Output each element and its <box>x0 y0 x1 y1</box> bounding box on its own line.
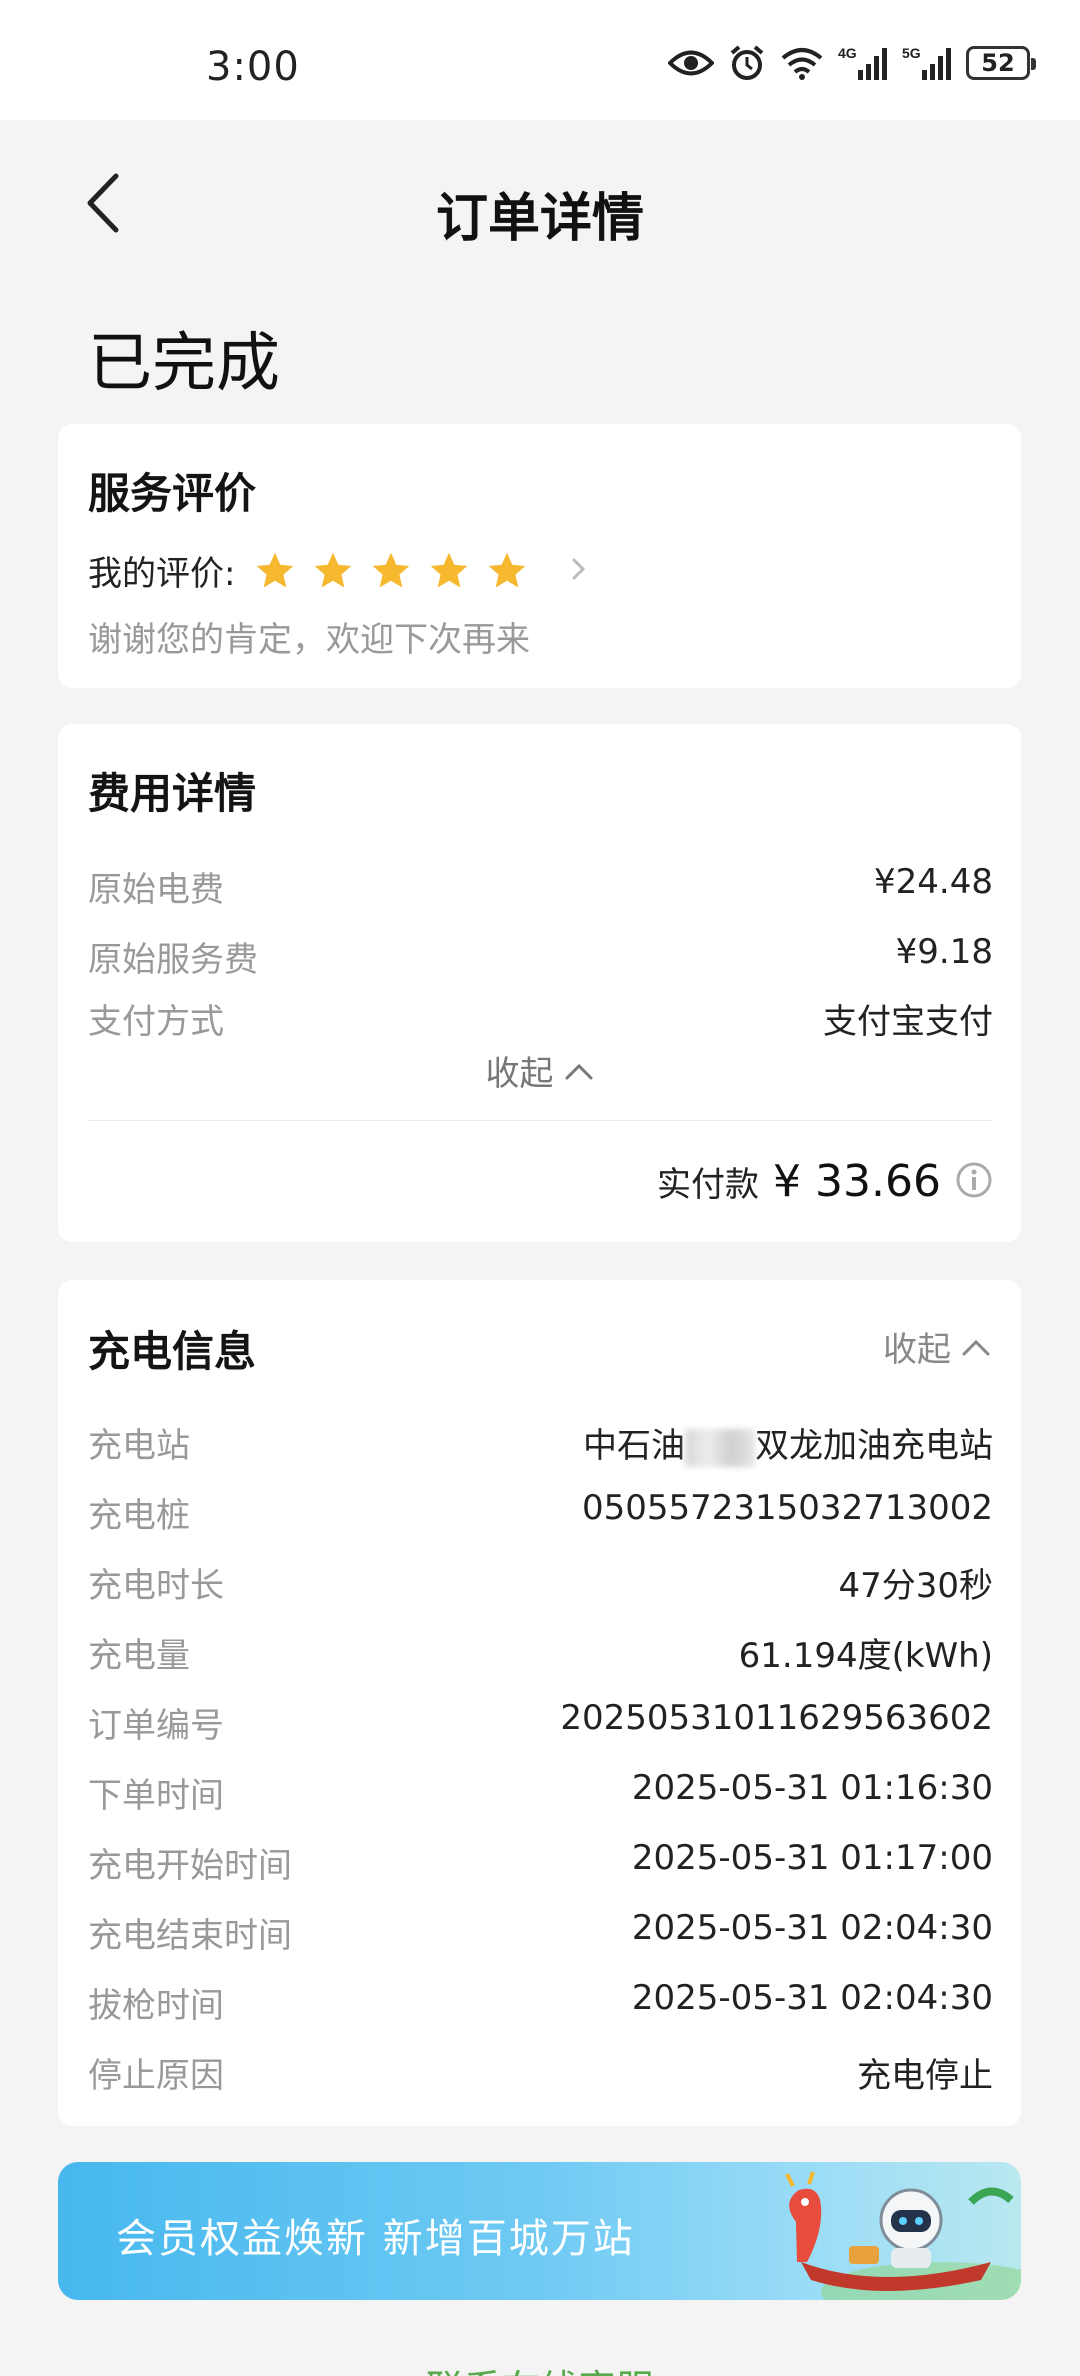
banner-text: 会员权益焕新 新增百城万站 <box>116 2216 635 2262</box>
star-icon <box>369 549 413 593</box>
fee-value: 支付宝支付 <box>823 1002 993 1042</box>
fee-row-service: 原始服务费 ¥9.18 <box>88 932 993 981</box>
charge-row: 充电结束时间 2025-05-31 02:04:30 <box>88 1908 993 1957</box>
wifi-icon <box>780 46 824 80</box>
nav-header: 订单详情 <box>0 120 1080 280</box>
promo-banner[interactable]: 会员权益焕新 新增百城万站 <box>58 2162 1021 2300</box>
rating-card-title: 服务评价 <box>88 469 257 518</box>
status-bar: 3:00 4G 5G 52 <box>0 0 1080 120</box>
fee-divider <box>88 1120 993 1121</box>
page-title: 订单详情 <box>435 189 644 249</box>
order-status: 已完成 <box>88 327 280 401</box>
charge-row: 拔枪时间 2025-05-31 02:04:30 <box>88 1978 993 2027</box>
charge-label: 拔枪时间 <box>88 1986 224 2026</box>
fee-card: 费用详情 原始电费 ¥24.48 原始服务费 ¥9.18 支付方式 支付宝支付 … <box>58 724 1021 1242</box>
charge-value: 61.194度(kWh) <box>738 1636 993 1676</box>
chevron-up-icon <box>565 1063 592 1079</box>
charge-value: 0505572315032713002 <box>581 1488 993 1528</box>
chevron-right-icon <box>569 555 589 587</box>
fee-row-payment-method: 支付方式 支付宝支付 <box>88 994 993 1043</box>
charge-card-title: 充电信息 <box>88 1327 257 1376</box>
charge-value: 充电停止 <box>857 2056 993 2096</box>
star-icon <box>485 549 529 593</box>
dragon-boat-robot-illustration <box>785 2171 1021 2300</box>
redacted-mask <box>685 1428 755 1467</box>
chevron-up-icon <box>962 1339 990 1355</box>
info-icon[interactable] <box>955 1161 993 1203</box>
charge-label: 充电结束时间 <box>88 1916 292 1956</box>
charge-collapse-button[interactable]: 收起 <box>883 1322 991 1371</box>
signal-5g-icon: 5G <box>902 44 952 82</box>
charge-label: 充电站 <box>88 1426 190 1466</box>
charge-row: 充电时长 47分30秒 <box>88 1558 993 1607</box>
my-rating-label: 我的评价: <box>88 554 236 594</box>
charge-row: 下单时间 2025-05-31 01:16:30 <box>88 1768 993 1817</box>
charge-label: 充电桩 <box>88 1496 190 1536</box>
fee-label: 支付方式 <box>88 1002 224 1042</box>
charge-value: 2025-05-31 02:04:30 <box>631 1908 993 1948</box>
charge-label: 充电时长 <box>88 1566 224 1606</box>
star-icon <box>253 549 297 593</box>
my-rating-row[interactable]: 我的评价: <box>88 546 589 595</box>
status-time: 3:00 <box>206 44 300 90</box>
fee-value: ¥9.18 <box>895 932 993 972</box>
svg-text:4G: 4G <box>838 45 857 61</box>
charge-label: 订单编号 <box>88 1706 224 1746</box>
charge-value: 20250531011629563602 <box>560 1698 993 1738</box>
fee-value: ¥24.48 <box>874 862 993 902</box>
charge-label: 充电量 <box>88 1636 190 1676</box>
station-name: 中石油 双龙加油充电站 <box>583 1418 993 1467</box>
paid-row: 实付款 ¥ 33.66 <box>657 1156 993 1207</box>
charge-row: 充电开始时间 2025-05-31 01:17:00 <box>88 1838 993 1887</box>
paid-label: 实付款 <box>657 1165 760 1205</box>
charge-row: 订单编号 20250531011629563602 <box>88 1698 993 1747</box>
fee-collapse-button[interactable]: 收起 <box>58 1046 1021 1095</box>
paid-amount: ¥ 33.66 <box>773 1156 941 1207</box>
status-icons: 4G 5G 52 <box>668 44 1036 82</box>
station-name-prefix: 中石油 <box>583 1426 685 1466</box>
collapse-label: 收起 <box>485 1054 554 1094</box>
alarm-icon <box>728 44 766 82</box>
charge-row: 充电桩 0505572315032713002 <box>88 1488 993 1537</box>
fee-label: 原始电费 <box>88 870 224 910</box>
charge-label: 充电开始时间 <box>88 1846 292 1886</box>
fee-card-title: 费用详情 <box>88 769 257 818</box>
contact-support-link[interactable]: 联系在线客服 <box>0 2358 1080 2376</box>
rating-card: 服务评价 我的评价: 谢谢您的肯定，欢迎下次再来 <box>58 424 1021 688</box>
charge-label: 下单时间 <box>88 1776 224 1816</box>
battery-indicator: 52 <box>966 46 1036 80</box>
collapse-label: 收起 <box>883 1330 951 1370</box>
station-name-suffix: 双龙加油充电站 <box>755 1426 993 1466</box>
charge-label: 停止原因 <box>88 2056 224 2096</box>
signal-4g-icon: 4G <box>838 44 888 82</box>
rating-stars <box>253 549 529 593</box>
charge-value: 2025-05-31 01:16:30 <box>631 1768 993 1808</box>
fee-row-electricity: 原始电费 ¥24.48 <box>88 862 993 911</box>
charge-row: 充电量 61.194度(kWh) <box>88 1628 993 1677</box>
rating-note: 谢谢您的肯定，欢迎下次再来 <box>88 620 530 660</box>
charge-value: 2025-05-31 02:04:30 <box>631 1978 993 2018</box>
charge-value: 2025-05-31 01:17:00 <box>631 1838 993 1878</box>
charge-value: 47分30秒 <box>838 1566 993 1606</box>
star-icon <box>427 549 471 593</box>
charge-card: 充电信息 收起 充电站 中石油 双龙加油充电站 充电桩 0505572315032… <box>58 1280 1021 2126</box>
svg-text:5G: 5G <box>902 45 921 61</box>
star-icon <box>311 549 355 593</box>
charge-row-station: 充电站 中石油 双龙加油充电站 <box>88 1418 993 1467</box>
charge-row: 停止原因 充电停止 <box>88 2048 993 2097</box>
fee-label: 原始服务费 <box>88 940 258 980</box>
eye-icon <box>668 48 714 78</box>
